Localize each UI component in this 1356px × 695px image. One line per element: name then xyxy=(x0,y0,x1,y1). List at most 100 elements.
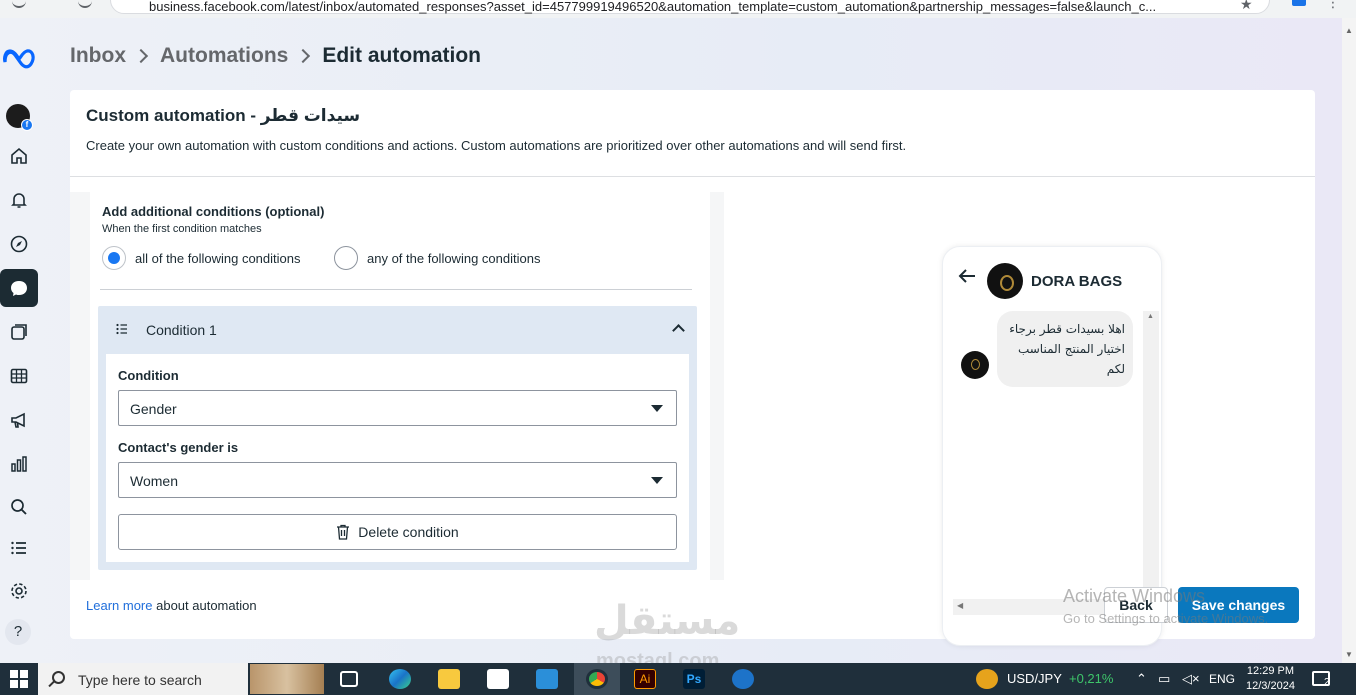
automation-title: Custom automation - سيدات قطر xyxy=(86,106,361,125)
radio-unselected-icon[interactable] xyxy=(334,246,358,270)
divider xyxy=(100,289,692,290)
scroll-left-icon[interactable]: ◀ xyxy=(957,601,963,610)
condition-select-value: Gender xyxy=(130,401,177,417)
gear-icon xyxy=(11,583,27,599)
condition-select[interactable]: Gender xyxy=(118,390,677,426)
condition-card: Condition 1 Condition Gender Contact's g… xyxy=(98,306,697,570)
scroll-down-icon[interactable]: ▼ xyxy=(1345,650,1353,659)
chevron-right-icon xyxy=(296,48,311,64)
gender-field-label: Contact's gender is xyxy=(118,440,239,455)
breadcrumb-inbox[interactable]: Inbox xyxy=(70,44,126,68)
sidebar-item-search[interactable] xyxy=(0,488,38,526)
bar-chart-icon xyxy=(11,456,27,472)
delete-condition-button[interactable]: Delete condition xyxy=(118,514,677,550)
page-title: Edit automation xyxy=(322,44,481,67)
chat-icon xyxy=(11,281,27,296)
sidebar-item-ads[interactable] xyxy=(0,401,38,439)
preview-page-name: DORA BAGS xyxy=(1031,273,1123,290)
trash-icon xyxy=(337,524,350,540)
chevron-right-icon xyxy=(133,48,149,64)
browser-menu-icon[interactable]: ⋮ xyxy=(1326,0,1340,11)
illustrator-icon[interactable]: Ai xyxy=(634,669,656,689)
sidebar-item-settings[interactable] xyxy=(0,572,38,610)
sidebar-item-inbox[interactable] xyxy=(0,269,38,307)
condition-field-label: Condition xyxy=(118,368,179,383)
scroll-up-icon[interactable]: ▲ xyxy=(1147,313,1154,320)
windows-logo-icon xyxy=(10,670,28,688)
radio-selected-icon[interactable] xyxy=(102,246,126,270)
mail-icon[interactable] xyxy=(536,669,558,689)
sidebar-item-home[interactable] xyxy=(0,137,38,175)
condition-header[interactable]: Condition 1 xyxy=(98,306,697,352)
system-clock[interactable]: 12:29 PM 12/3/2024 xyxy=(1246,664,1295,694)
help-icon[interactable]: ? xyxy=(5,619,31,645)
language-indicator[interactable]: ENG xyxy=(1209,672,1235,686)
condition-header-label: Condition 1 xyxy=(146,322,217,338)
sidebar-item-notifications[interactable] xyxy=(0,181,38,219)
arrow-left-icon[interactable] xyxy=(957,268,977,284)
sidebar-item-insights[interactable] xyxy=(0,445,38,483)
radio-all-conditions[interactable]: all of the following conditions xyxy=(102,246,301,270)
address-bar-url[interactable]: business.facebook.com/latest/inbox/autom… xyxy=(149,0,1229,14)
sidebar: f ? xyxy=(0,18,38,663)
sidebar-item-all-tools[interactable] xyxy=(0,529,38,567)
volume-muted-icon[interactable]: ◁× xyxy=(1182,671,1200,687)
taskbar-search-placeholder[interactable]: Type here to search xyxy=(78,672,202,688)
breadcrumb: Inbox Automations Edit automation xyxy=(70,44,481,68)
activate-windows-subtitle: Go to Settings to activate Windows. xyxy=(1063,611,1269,626)
profile-icon[interactable] xyxy=(1292,0,1306,6)
drag-handle-icon[interactable] xyxy=(116,323,128,335)
chevron-up-icon[interactable]: ⌃ xyxy=(1136,671,1147,687)
edge-icon[interactable] xyxy=(389,669,411,689)
learn-more-link[interactable]: Learn more xyxy=(86,598,152,613)
taskbar-search[interactable]: Type here to search xyxy=(38,663,248,695)
gender-select[interactable]: Women xyxy=(118,462,677,498)
back-nav-icon[interactable] xyxy=(12,0,26,8)
page-scrollbar[interactable]: ▲ ▼ xyxy=(1342,18,1356,663)
condition-body: Condition Gender Contact's gender is Wom… xyxy=(106,354,689,562)
vpn-app-icon[interactable] xyxy=(732,669,754,689)
breadcrumb-automations[interactable]: Automations xyxy=(160,44,288,68)
chevron-up-icon[interactable] xyxy=(672,324,685,337)
currency-change[interactable]: +0,21% xyxy=(1069,671,1113,686)
megaphone-icon xyxy=(11,412,25,428)
automation-card: Custom automation - سيدات قطر Create you… xyxy=(70,90,1315,646)
conditions-panel: Add additional conditions (optional) Whe… xyxy=(70,192,724,580)
windows-taskbar: Type here to search Ai Ps USD/JPY +0,21%… xyxy=(0,663,1356,695)
compass-icon xyxy=(10,235,28,253)
chat-scrollbar[interactable]: ▲ xyxy=(1143,311,1159,601)
chat-area: اهلا بسيدات قطر برجاء اختيار المنتج المن… xyxy=(953,311,1159,601)
search-highlight-image[interactable] xyxy=(250,664,324,694)
bell-icon xyxy=(11,193,27,208)
stocks-widget-icon[interactable] xyxy=(976,669,998,689)
task-view-icon[interactable] xyxy=(340,671,358,687)
radio-all-label[interactable]: all of the following conditions xyxy=(135,251,301,266)
network-icon[interactable]: ▭ xyxy=(1158,671,1170,687)
scroll-up-icon[interactable]: ▲ xyxy=(1345,26,1353,35)
sidebar-item-explore[interactable] xyxy=(0,225,38,263)
learn-more-text: Learn more about automation xyxy=(86,598,257,613)
radio-any-conditions[interactable]: any of the following conditions xyxy=(334,246,540,270)
meta-logo-icon[interactable] xyxy=(2,46,38,70)
sidebar-item-planner[interactable] xyxy=(0,357,38,395)
site-watermark: مستقل xyxy=(594,598,741,644)
bookmark-star-icon[interactable]: ★ xyxy=(1240,0,1253,13)
learn-more-rest: about automation xyxy=(156,598,257,613)
search-icon xyxy=(11,499,27,515)
chrome-icon[interactable] xyxy=(586,669,608,689)
sidebar-item-content[interactable] xyxy=(0,313,38,351)
table-icon xyxy=(10,368,28,384)
notification-count: 2 xyxy=(1324,677,1330,688)
radio-any-label[interactable]: any of the following conditions xyxy=(367,251,540,266)
photoshop-icon[interactable]: Ps xyxy=(683,669,705,689)
address-bar[interactable]: business.facebook.com/latest/inbox/autom… xyxy=(110,0,1270,14)
reload-icon[interactable] xyxy=(78,0,92,8)
start-button[interactable] xyxy=(0,663,38,695)
currency-pair[interactable]: USD/JPY xyxy=(1007,671,1062,686)
file-explorer-icon[interactable] xyxy=(438,669,460,689)
store-icon[interactable] xyxy=(487,669,509,689)
list-icon xyxy=(11,541,26,555)
automation-description: Create your own automation with custom c… xyxy=(86,138,907,153)
sender-avatar xyxy=(961,351,989,379)
account-avatar[interactable]: f xyxy=(6,104,33,131)
